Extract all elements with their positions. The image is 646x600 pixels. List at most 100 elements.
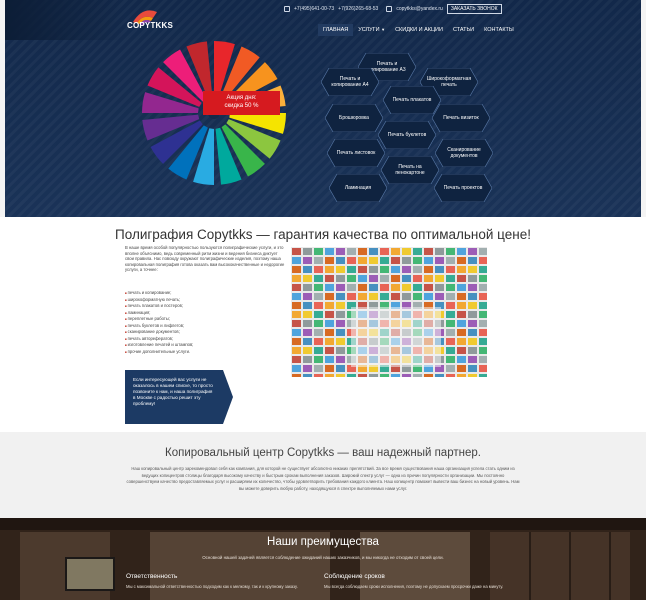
photo-tile: [303, 266, 312, 273]
photo-tile: [325, 338, 334, 345]
callout-box[interactable]: Если интересующей вас услуги не оказалос…: [125, 370, 233, 424]
photo-tile: [391, 374, 400, 377]
service-hex[interactable]: Печать буклетов: [378, 121, 436, 149]
photo-tile: [369, 257, 378, 264]
service-label: Печать визиток: [443, 115, 479, 121]
photo-tile: [347, 257, 356, 264]
photo-tile: [336, 320, 345, 327]
service-hex[interactable]: Сканирование документов: [435, 139, 493, 167]
photo-tile: [380, 266, 389, 273]
promo-banner[interactable]: Акция дня: скидка 50 %: [203, 91, 280, 115]
feature-title: Ответственность: [126, 573, 178, 580]
photo-tile: [292, 248, 301, 255]
photo-tile: [325, 365, 334, 372]
nav-contacts[interactable]: КОНТАКТЫ: [479, 24, 519, 36]
service-hex[interactable]: Печать листовок: [327, 139, 385, 167]
photo-tile: [402, 248, 411, 255]
photo-tile: [314, 284, 323, 291]
nav-discounts[interactable]: СКИДКИ И АКЦИИ: [390, 24, 448, 36]
photo-tile: [347, 275, 356, 282]
photo-tile: [446, 257, 455, 264]
photo-tile: [468, 329, 477, 336]
photo-tile: [314, 248, 323, 255]
page: COPYTKKS +7(495)641-00-73 +7(926)265-68-…: [0, 0, 646, 600]
photo-tile: [292, 257, 301, 264]
list-item: изготовление печатей и штампов;: [125, 342, 194, 349]
photo-tile: [457, 347, 466, 354]
photo-tile: [391, 266, 400, 273]
phone-2[interactable]: +7(926)265-68-53: [338, 6, 378, 12]
service-hex[interactable]: Печать проектов: [434, 174, 492, 202]
photo-tile: [292, 293, 301, 300]
photo-tile: [479, 311, 487, 318]
photo-tile: [435, 284, 444, 291]
service-hex[interactable]: Печать визиток: [432, 104, 490, 132]
photo-tile: [413, 284, 422, 291]
photo-tile: [435, 293, 444, 300]
service-hex[interactable]: Печать на пенокартоне: [381, 156, 439, 184]
photo-tile: [424, 266, 433, 273]
service-label: Брошюровка: [339, 115, 369, 121]
promo-line-1: Акция дня:: [226, 95, 257, 101]
nav-articles[interactable]: СТАТЬИ: [448, 24, 479, 36]
photo-tile: [336, 365, 345, 372]
photo-tile: [358, 275, 367, 282]
photo-tile: [325, 374, 334, 377]
photo-tile: [292, 347, 301, 354]
photo-tile: [325, 311, 334, 318]
photo-tile: [292, 365, 301, 372]
photo-tile: [479, 266, 487, 273]
photo-tile: [446, 374, 455, 377]
photo-tile: [380, 293, 389, 300]
nav-home[interactable]: ГЛАВНАЯ: [318, 24, 354, 36]
photo-tile: [292, 302, 301, 309]
logo-text[interactable]: COPYTKKS: [127, 21, 173, 30]
nav-contacts-label: КОНТАКТЫ: [484, 27, 514, 33]
photo-tile: [479, 302, 487, 309]
photo-tile: [358, 266, 367, 273]
photo-tile: [303, 356, 312, 363]
photo-tile: [292, 374, 301, 377]
photo-tile: [468, 374, 477, 377]
photo-tile: [292, 266, 301, 273]
photo-tile: [479, 356, 487, 363]
photo-tile: [325, 266, 334, 273]
photo-tile: [468, 356, 477, 363]
nav-articles-label: СТАТЬИ: [452, 27, 475, 33]
photo-tile: [457, 266, 466, 273]
photo-tile: [314, 338, 323, 345]
intro-title: Полиграфия Copytkks — гарантия качества …: [115, 227, 531, 242]
service-hex[interactable]: Ламинация: [329, 174, 387, 202]
photo-tile: [358, 293, 367, 300]
photo-tile: [479, 248, 487, 255]
photo-tile: [358, 374, 367, 377]
photo-tile: [369, 293, 378, 300]
photo-tile: [446, 338, 455, 345]
callback-button[interactable]: ЗАКАЗАТЬ ЗВОНОК: [446, 4, 502, 14]
service-hex[interactable]: Печать и копирование А4: [321, 68, 379, 96]
photo-tile: [358, 284, 367, 291]
photo-tile: [314, 374, 323, 377]
photo-tile: [358, 248, 367, 255]
advantages-title: Наши преимущества: [267, 536, 379, 548]
phone-1[interactable]: +7(495)641-00-73: [294, 6, 334, 12]
service-hex[interactable]: Брошюровка: [325, 104, 383, 132]
feature-title: Соблюдение сроков: [324, 573, 385, 580]
photo-tile: [468, 248, 477, 255]
nav-discounts-label: СКИДКИ И АКЦИИ: [395, 27, 443, 33]
photo-tile: [325, 302, 334, 309]
photo-tile: [292, 311, 301, 318]
photo-tile: [413, 275, 422, 282]
email-link[interactable]: copytkks@yandex.ru: [396, 6, 442, 12]
feature-text: Мы с максимальной ответственностью подхо…: [126, 584, 298, 589]
photo-tile: [457, 374, 466, 377]
photo-tile: [347, 248, 356, 255]
nav-services[interactable]: УСЛУГИ ▼: [353, 24, 390, 36]
photo-tile: [303, 293, 312, 300]
photo-tile: [303, 374, 312, 377]
photo-tile: [457, 248, 466, 255]
photo-tile: [457, 302, 466, 309]
photo-tile: [292, 275, 301, 282]
photo-tile: [402, 374, 411, 377]
photo-tile: [336, 329, 345, 336]
